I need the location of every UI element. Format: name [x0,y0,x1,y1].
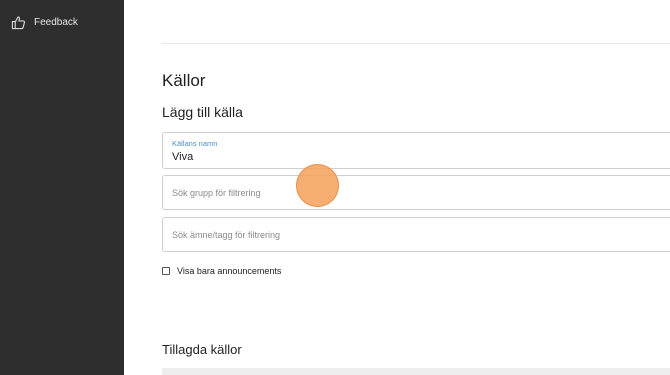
main-content: Källor Lägg till källa Källans namn Viva… [124,0,670,375]
divider [162,43,670,44]
app-root: Feedback Källor Lägg till källa Källans … [0,0,670,375]
topic-search-input[interactable] [163,218,670,251]
added-sources-list [162,368,670,375]
group-search-field [162,175,670,210]
added-sources-title: Tillagda källor [162,342,242,357]
source-name-value: Viva [172,151,194,163]
page-title: Källor [162,71,206,90]
announcements-checkbox[interactable] [162,267,170,275]
thumbs-up-icon [11,15,26,30]
section-title: Lägg till källa [162,104,243,120]
sidebar-item-feedback[interactable]: Feedback [11,13,78,31]
group-search-input[interactable] [163,176,670,209]
announcements-checkbox-row[interactable]: Visa bara announcements [162,266,281,276]
source-name-label: Källans namn [172,139,218,148]
sidebar-item-label: Feedback [34,16,78,28]
topic-search-field [162,217,670,252]
sidebar: Feedback [0,0,124,375]
click-indicator [296,164,339,207]
source-name-field[interactable]: Källans namn Viva [162,132,670,169]
announcements-checkbox-label: Visa bara announcements [177,266,282,276]
